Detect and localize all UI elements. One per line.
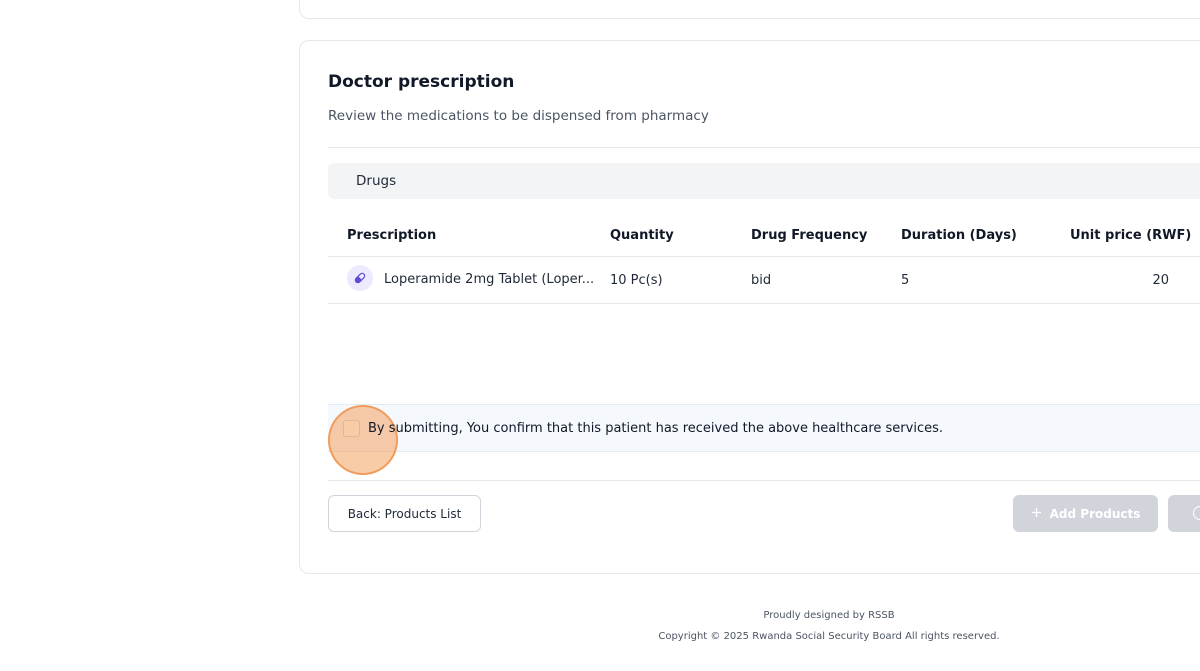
table-header-divider — [328, 256, 1200, 257]
prescription-card: Doctor prescription Review the medicatio… — [299, 40, 1200, 574]
column-header-quantity: Quantity — [610, 228, 674, 243]
column-header-unit-price: Unit price (RWF) — [1070, 228, 1192, 243]
next-button[interactable] — [1168, 495, 1200, 532]
previous-card — [299, 0, 1200, 19]
click-indicator — [328, 405, 398, 475]
back-products-list-button[interactable]: Back: Products List — [328, 495, 481, 532]
drug-name: Loperamide 2mg Tablet (Loper... — [384, 272, 595, 287]
confirm-checkbox[interactable] — [328, 405, 398, 475]
plus-icon — [1031, 507, 1042, 521]
column-header-duration: Duration (Days) — [901, 228, 1017, 243]
column-header-frequency: Drug Frequency — [751, 228, 868, 243]
circle-icon — [1193, 506, 1200, 520]
drug-quantity: 10 Pc(s) — [610, 273, 663, 288]
footer-credit: Proudly designed by RSSB — [763, 610, 895, 621]
table-row-divider — [328, 303, 1200, 304]
footer-divider — [328, 480, 1200, 481]
add-products-button[interactable]: Add Products — [1013, 495, 1158, 532]
drug-duration: 5 — [901, 273, 910, 288]
section-label: Drugs — [356, 173, 397, 189]
pill-icon — [347, 265, 373, 291]
drugs-section-header: Drugs — [328, 163, 1200, 199]
add-products-label: Add Products — [1049, 506, 1141, 521]
confirmation-text: By submitting, You confirm that this pat… — [368, 421, 943, 436]
divider — [328, 147, 1200, 148]
confirmation-bar: By submitting, You confirm that this pat… — [328, 404, 1200, 475]
drug-frequency: bid — [751, 273, 772, 288]
footer-copyright: Copyright © 2025 Rwanda Social Security … — [658, 631, 1000, 642]
card-title: Doctor prescription — [328, 72, 515, 92]
column-header-prescription: Prescription — [347, 228, 437, 243]
drug-unit-price: 20 — [1152, 273, 1169, 288]
card-subtitle: Review the medications to be dispensed f… — [328, 108, 709, 124]
